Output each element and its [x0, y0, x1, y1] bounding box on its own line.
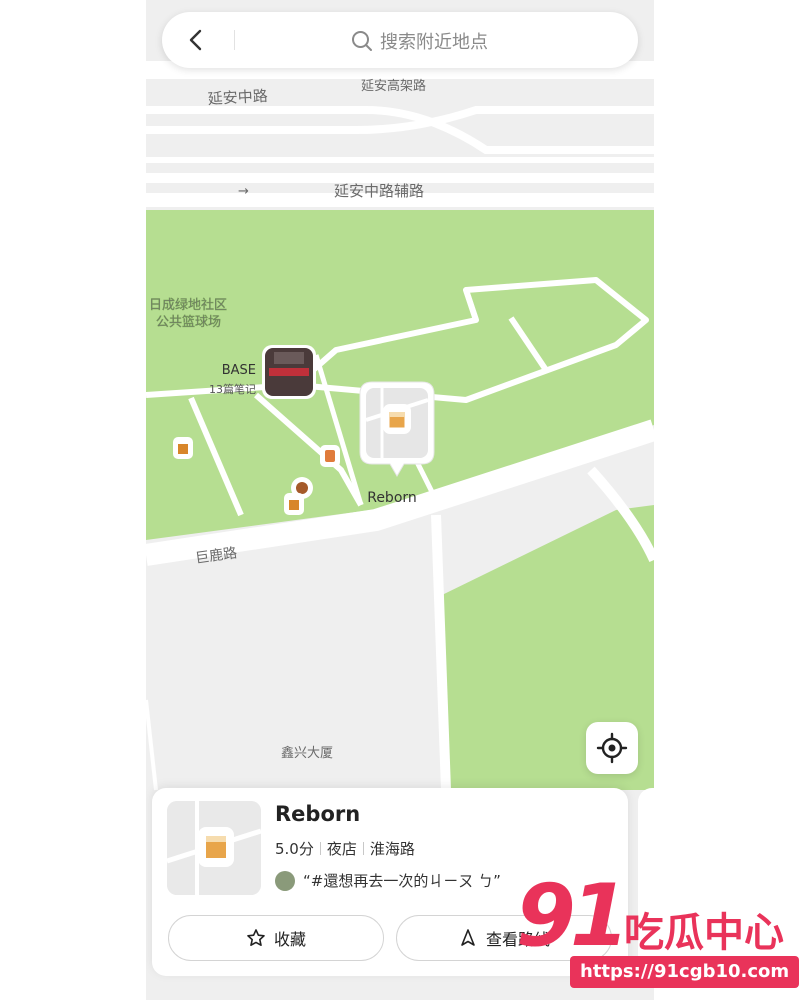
- poi-base-name: BASE: [222, 363, 256, 378]
- star-icon: [247, 929, 265, 946]
- road-label-yanan-fudao: 延安中路辅路: [334, 182, 424, 200]
- favorite-button[interactable]: 收藏: [168, 915, 384, 961]
- road-label-yanan-zhong: 延安中路: [207, 87, 268, 108]
- chevron-left-icon[interactable]: [182, 26, 210, 54]
- meta-divider: [319, 842, 321, 855]
- place-rating: 5.0分: [275, 840, 314, 858]
- place-review: “#還想再去一次的ㄐㄧㄡ ㄅ”: [275, 870, 501, 891]
- place-category: 夜店: [326, 840, 357, 858]
- watermark-text: 吃瓜中心: [624, 910, 784, 956]
- poi-marker-drink-2[interactable]: [284, 493, 304, 515]
- watermark-url: https://91cgb10.com: [570, 956, 800, 988]
- meta-divider: [362, 842, 364, 855]
- phone-screen: 延安中路 延安高架路 → 延安中路辅路 巨鹿路 日成绿地社区 公共篮球场 鑫兴大…: [146, 0, 654, 1000]
- direction-arrow-icon: →: [238, 184, 249, 199]
- place-meta: 5.0分 夜店 淮海路: [275, 838, 415, 859]
- poi-reborn-name: Reborn: [367, 490, 417, 506]
- search-icon: [352, 31, 372, 51]
- navigation-icon: [461, 929, 475, 946]
- locate-icon: [596, 732, 628, 764]
- search-input[interactable]: 搜索附近地点: [380, 28, 488, 54]
- favorite-label: 收藏: [273, 930, 306, 949]
- poi-marker-bag[interactable]: [320, 445, 340, 467]
- place-title: Reborn: [275, 802, 361, 826]
- area-label-court-1: 日成绿地社区: [149, 297, 227, 313]
- road-label-yanan-gaojia: 延安高架路: [361, 78, 426, 94]
- place-thumbnail: [167, 801, 261, 895]
- search-divider: [234, 30, 235, 50]
- search-bar[interactable]: 搜索附近地点: [162, 12, 638, 68]
- poi-marker-drink[interactable]: [173, 437, 193, 459]
- watermark-logo: 91 吃瓜中心 https://91cgb10.com: [512, 866, 800, 990]
- avatar: [275, 870, 295, 891]
- locate-button[interactable]: [586, 722, 638, 774]
- poi-base-notes: 13篇笔记: [209, 382, 256, 396]
- watermark-number: 91: [516, 866, 630, 966]
- review-text: “#還想再去一次的ㄐㄧㄡ ㄅ”: [303, 872, 501, 890]
- area-label-court-2: 公共篮球场: [156, 315, 221, 330]
- area-label-building: 鑫兴大厦: [281, 745, 333, 761]
- place-area: 淮海路: [369, 840, 415, 858]
